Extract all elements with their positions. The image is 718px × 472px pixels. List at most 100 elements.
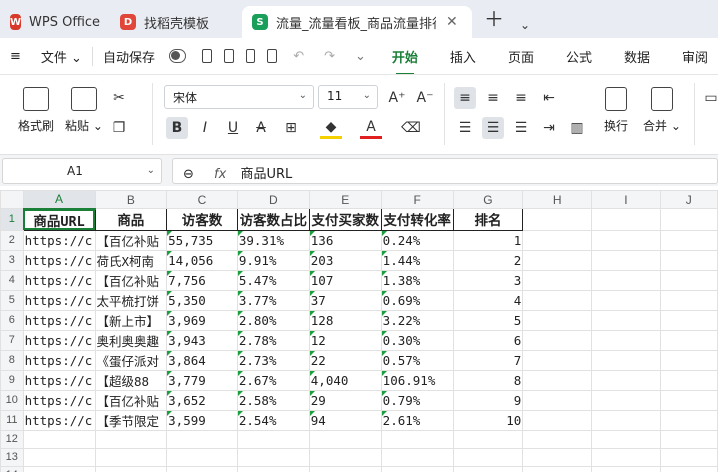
font-size-select[interactable]: 11 ⌄ [318, 85, 378, 109]
merge-button[interactable]: 合并 ⌄ [640, 87, 684, 134]
cell[interactable]: 【新上市】 [94, 309, 168, 331]
cell[interactable] [591, 269, 661, 291]
fx-icon[interactable]: fx [214, 167, 226, 182]
menu-formula[interactable]: 公式 [556, 47, 602, 66]
menu-data[interactable]: 数据 [614, 47, 660, 66]
cell[interactable] [659, 389, 718, 411]
row-header[interactable]: 3 [0, 249, 24, 271]
cell[interactable]: 3,969 [166, 309, 238, 331]
cell[interactable]: https://c [22, 369, 96, 391]
cell[interactable] [522, 369, 593, 391]
cell[interactable] [522, 329, 593, 351]
cell[interactable] [522, 409, 593, 431]
cell[interactable]: 29 [308, 389, 382, 411]
cell[interactable]: 8 [452, 369, 524, 391]
cell[interactable] [308, 465, 382, 472]
cell[interactable]: 107 [308, 269, 382, 291]
align-bottom-icon[interactable]: ≡ [510, 87, 532, 109]
cell[interactable]: 3,779 [166, 369, 238, 391]
copy-icon[interactable]: ❐ [108, 117, 130, 139]
cell[interactable]: 奥利奥奥趣 [94, 329, 168, 351]
cell-header-visitor-share[interactable]: 访客数占比 [236, 208, 310, 231]
undo-icon[interactable]: ↶ [283, 49, 314, 64]
menu-home[interactable]: 开始 [382, 47, 428, 75]
row-header[interactable]: 13 [0, 447, 24, 467]
row-header[interactable]: 7 [0, 329, 24, 351]
cell[interactable]: 【百亿补贴 [94, 269, 168, 291]
row-header[interactable]: 12 [0, 429, 24, 449]
cell[interactable] [591, 349, 661, 371]
cell[interactable]: https://c [22, 409, 96, 431]
cell[interactable] [22, 465, 96, 472]
row-header[interactable]: 10 [0, 389, 24, 411]
cell[interactable]: https://c [22, 289, 96, 311]
cell[interactable]: 0.79% [380, 389, 454, 411]
cell[interactable] [380, 429, 454, 449]
cell[interactable] [659, 429, 718, 449]
cell[interactable]: 128 [308, 309, 382, 331]
cell[interactable] [308, 447, 382, 467]
chevron-down-icon[interactable]: ⌄ [512, 18, 538, 32]
cell[interactable] [659, 349, 718, 371]
cell[interactable]: 5.47% [236, 269, 310, 291]
cell[interactable]: 太平梳打饼 [94, 289, 168, 311]
cell[interactable] [591, 429, 661, 449]
cell[interactable] [94, 465, 168, 472]
cell[interactable] [452, 447, 524, 467]
tab-wps-office[interactable]: W WPS Office [0, 6, 106, 38]
cell[interactable] [591, 329, 661, 351]
menu-review[interactable]: 审阅 [672, 47, 718, 66]
cell[interactable]: 106.91% [380, 369, 454, 391]
cell[interactable] [659, 249, 718, 271]
font-name-select[interactable]: 宋体 ⌄ [164, 85, 314, 109]
cell[interactable] [522, 429, 593, 449]
cell[interactable]: 2.67% [236, 369, 310, 391]
cell[interactable] [166, 429, 238, 449]
cell[interactable] [591, 447, 661, 467]
quick-access-more-icon[interactable]: ⌄ [345, 49, 376, 64]
cell[interactable] [591, 389, 661, 411]
cell[interactable]: https://c [22, 229, 96, 251]
column-header-j[interactable]: J [659, 190, 718, 209]
cell[interactable]: 0.30% [380, 329, 454, 351]
cell[interactable] [659, 289, 718, 311]
cell[interactable]: 5 [452, 309, 524, 331]
cell[interactable] [522, 229, 593, 251]
cell[interactable]: 3.77% [236, 289, 310, 311]
cell[interactable]: 3,864 [166, 349, 238, 371]
cell[interactable] [522, 447, 593, 467]
cell[interactable]: 0.24% [380, 229, 454, 251]
cell[interactable] [659, 409, 718, 431]
cell[interactable]: 0.57% [380, 349, 454, 371]
column-header-g[interactable]: G [452, 190, 524, 209]
cell[interactable] [94, 429, 168, 449]
cell[interactable]: https://c [22, 329, 96, 351]
cell[interactable] [591, 369, 661, 391]
cell[interactable]: 4,040 [308, 369, 382, 391]
cell-header-product[interactable]: 商品 [94, 208, 168, 231]
cell[interactable] [522, 269, 593, 291]
row-header[interactable]: 11 [0, 409, 24, 431]
row-header[interactable]: 14 [0, 465, 24, 472]
row-header[interactable]: 2 [0, 229, 24, 251]
format-painter-button[interactable]: 格式刷 [14, 87, 58, 134]
column-header-h[interactable]: H [522, 190, 593, 209]
cell[interactable]: 3.22% [380, 309, 454, 331]
cell[interactable]: 6 [452, 329, 524, 351]
fill-color-icon[interactable]: ◆ [320, 117, 342, 139]
cell[interactable] [452, 429, 524, 449]
name-box[interactable]: A1 ⌄ [2, 158, 162, 184]
cell[interactable] [452, 465, 524, 472]
cell[interactable] [236, 465, 310, 472]
print-preview-icon[interactable] [267, 49, 278, 63]
indent-decrease-icon[interactable]: ⇤ [538, 87, 560, 109]
cell[interactable] [591, 409, 661, 431]
cell-header-url[interactable]: 商品URL [22, 208, 96, 231]
export-icon[interactable] [224, 49, 234, 63]
cell[interactable] [522, 289, 593, 311]
cell[interactable] [522, 389, 593, 411]
redo-icon[interactable]: ↷ [314, 49, 345, 64]
clear-format-icon[interactable]: ⌫ [400, 117, 422, 139]
cell[interactable]: https://c [22, 309, 96, 331]
cell[interactable]: 《蛋仔派对 [94, 349, 168, 371]
